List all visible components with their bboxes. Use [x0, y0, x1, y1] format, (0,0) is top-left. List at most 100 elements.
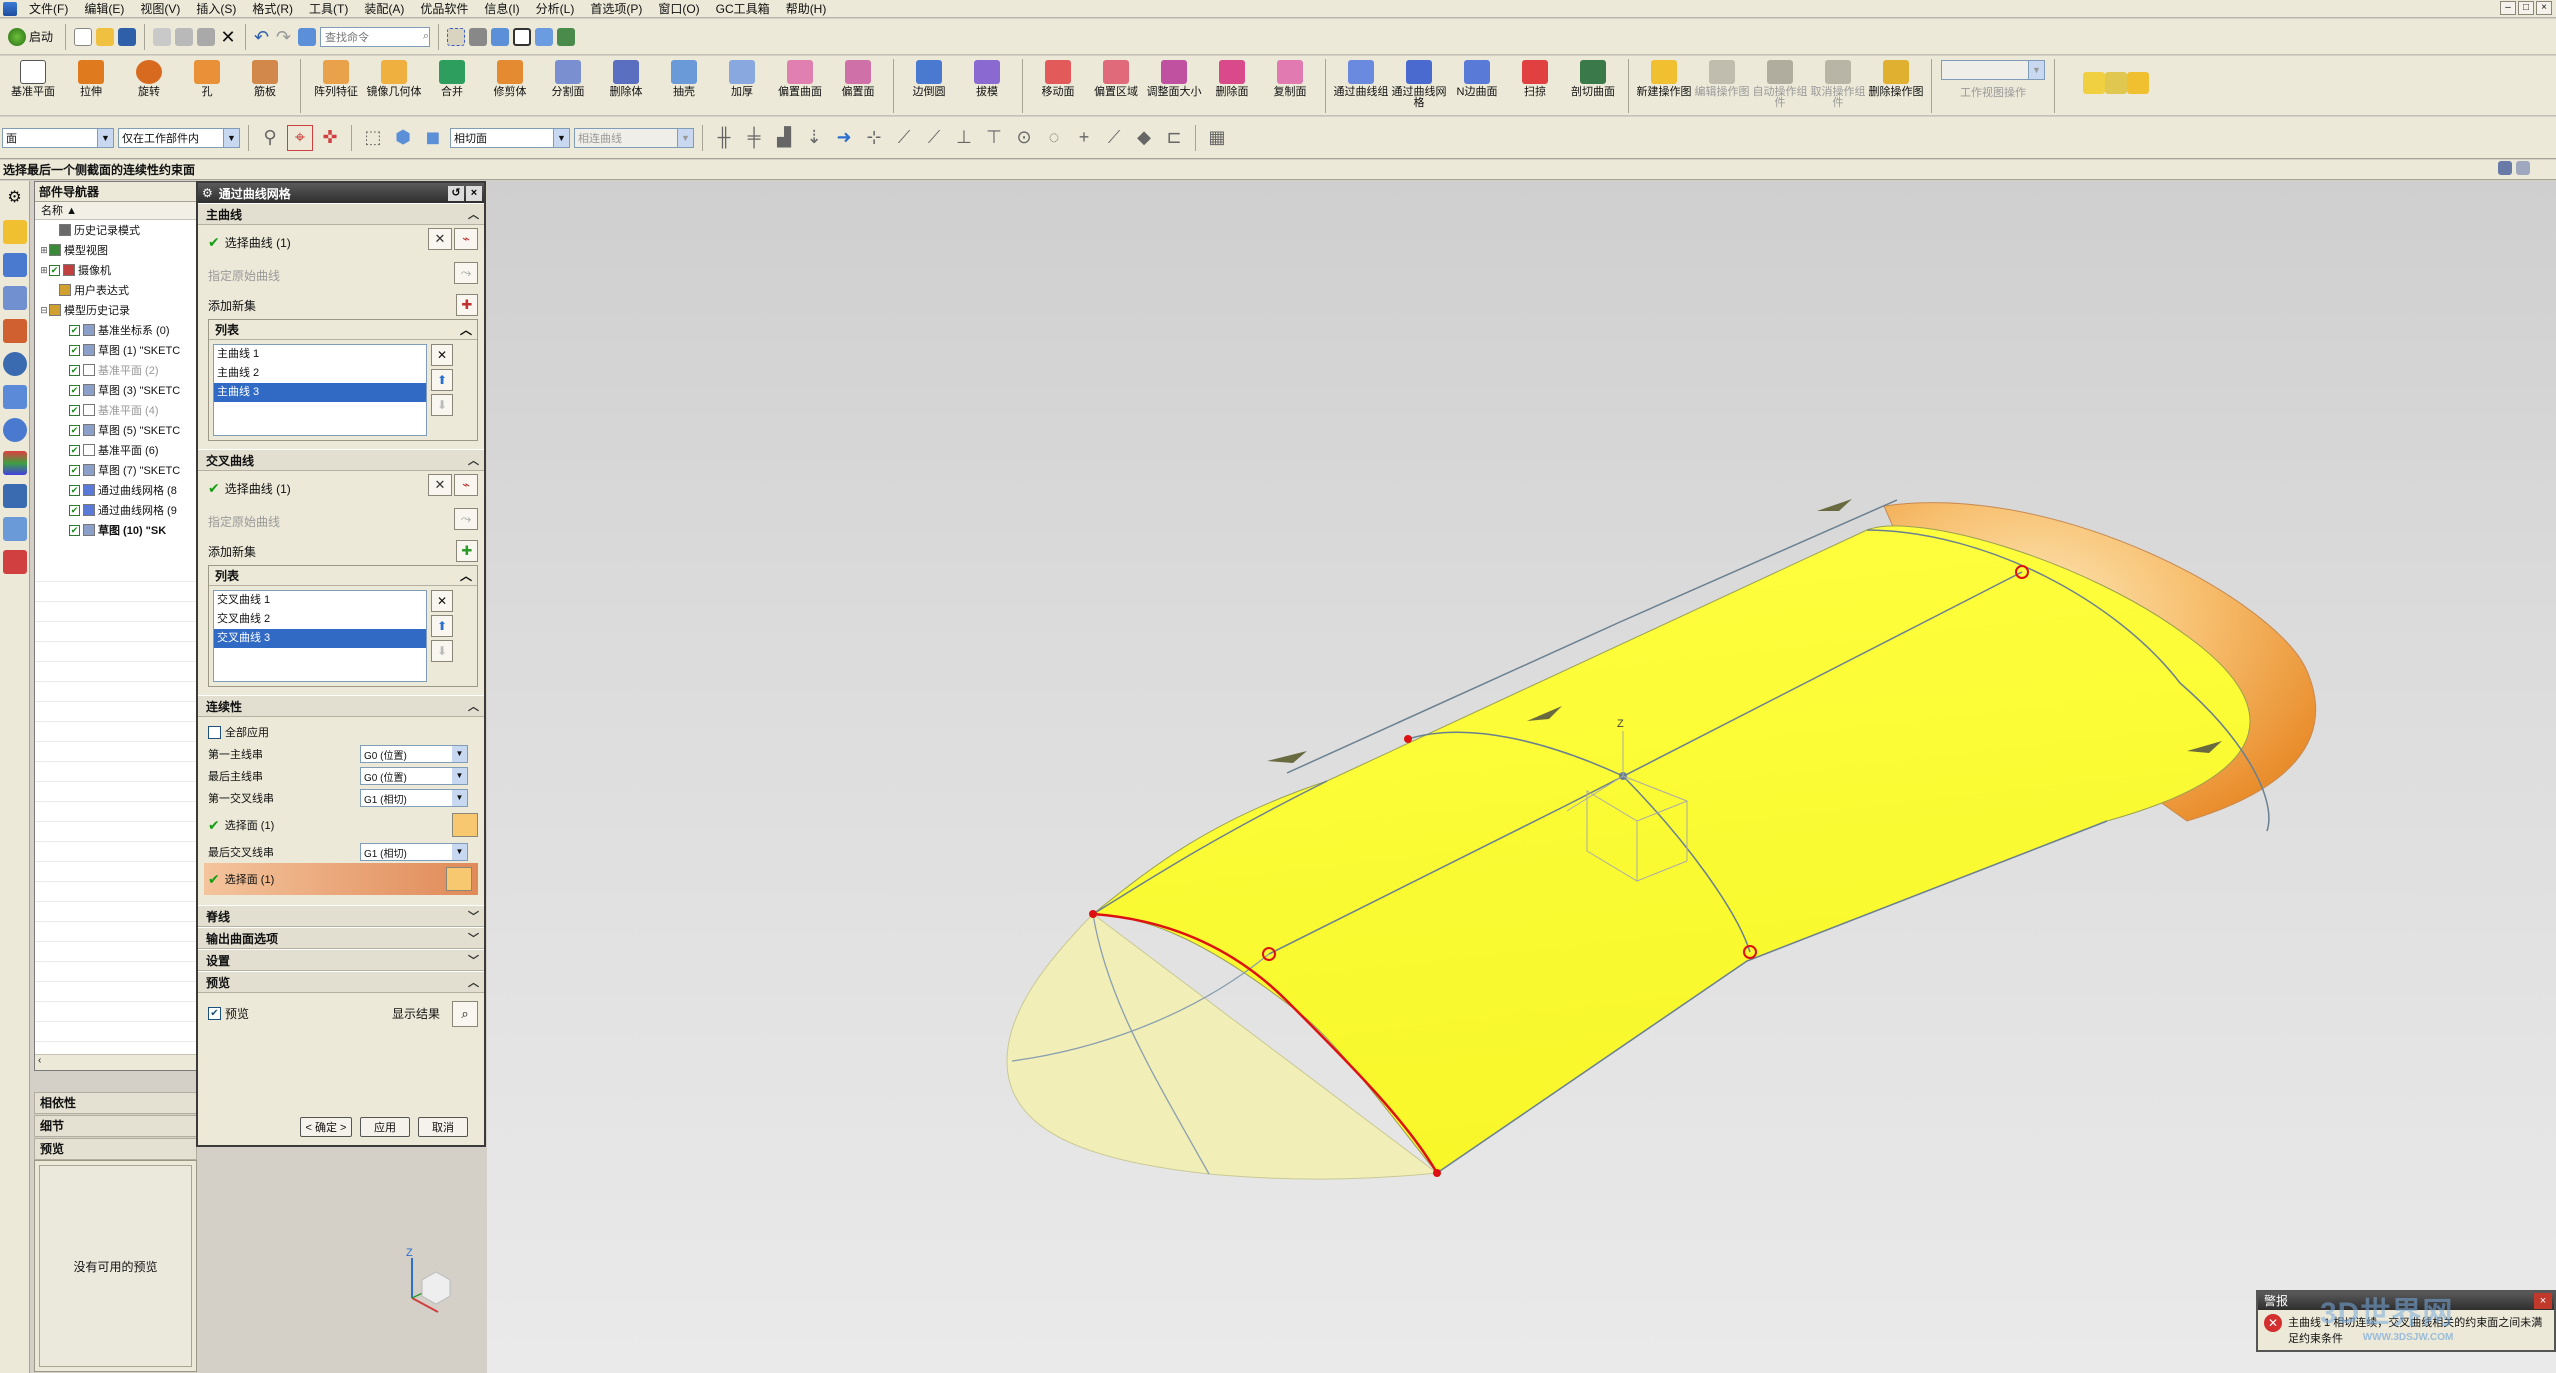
new-file-icon[interactable] — [74, 27, 93, 46]
menu-format[interactable]: 格式(R) — [244, 0, 301, 18]
minimize-icon[interactable]: – — [2500, 1, 2516, 15]
graphics-window[interactable]: Z — [487, 161, 2556, 1373]
thicken-button[interactable]: 加厚 — [713, 56, 771, 114]
command-search-input[interactable]: 查找命令 ⌕ — [320, 26, 431, 47]
process-studio-icon[interactable] — [2, 484, 27, 508]
undo-icon[interactable]: ↶ — [254, 28, 272, 46]
move-up-icon[interactable]: ⬆ — [431, 615, 453, 637]
view-triad[interactable]: Z — [392, 1240, 472, 1320]
close-icon[interactable]: × — [2534, 1293, 2552, 1309]
origin-curve-icon[interactable]: ⤳ — [454, 508, 478, 530]
menu-info[interactable]: 信息(I) — [476, 0, 527, 18]
cancel-button[interactable]: 取消 — [418, 1117, 468, 1137]
primary-list-header[interactable]: 列表 ︿ — [209, 320, 477, 340]
curve-rule-combo[interactable]: 相连曲线 ▼ — [574, 127, 694, 148]
first-primary-select[interactable]: G0 (位置) ▼ — [360, 745, 468, 763]
start-button[interactable]: 启动 — [4, 23, 57, 51]
visibility-checkbox[interactable]: ✔ — [49, 264, 60, 276]
part-navigator-icon[interactable] — [2, 286, 27, 310]
menu-preferences[interactable]: 首选项(P) — [582, 0, 650, 18]
datum-plane-button[interactable]: 基准平面 — [4, 56, 62, 114]
apply-all-row[interactable]: 全部应用 — [198, 721, 484, 743]
tree-row[interactable]: 历史记录模式 — [35, 220, 196, 240]
last-cross-face-row[interactable]: ✔ 选择面 (1) — [204, 863, 478, 895]
intersection-icon[interactable]: ⊤ — [981, 125, 1007, 151]
paste-icon[interactable] — [197, 27, 216, 46]
offset-region-button[interactable]: 偏置区域 — [1087, 56, 1145, 114]
save-icon[interactable] — [118, 27, 137, 46]
redo-icon[interactable]: ↷ — [276, 28, 294, 46]
expand-icon[interactable]: ⊞ — [39, 245, 49, 256]
curve-rule-icon[interactable]: ⌁ — [454, 474, 478, 496]
first-cross-face-row[interactable]: ✔ 选择面 (1) — [198, 809, 484, 841]
tree-row[interactable]: 用户表达式 — [35, 280, 196, 300]
visibility-checkbox[interactable]: ✔ — [69, 344, 80, 356]
cross-add-new-set-row[interactable]: 添加新集 ✚ — [198, 537, 484, 565]
visibility-checkbox[interactable]: ✔ — [69, 504, 80, 516]
work-view-combo[interactable]: ▼ — [1941, 60, 2045, 80]
menu-view[interactable]: 视图(V) — [132, 0, 188, 18]
cut-icon[interactable] — [153, 27, 172, 46]
visibility-checkbox[interactable]: ✔ — [69, 444, 80, 456]
first-cross-select[interactable]: G1 (相切) ▼ — [360, 789, 468, 807]
visibility-checkbox[interactable]: ✔ — [69, 424, 80, 436]
primary-select-curve-row[interactable]: ✔ 选择曲线 (1) ✕ ⌁ — [198, 225, 484, 259]
resize-face-button[interactable]: 调整面大小 — [1145, 56, 1203, 114]
orient-view-icon[interactable] — [491, 27, 510, 46]
primary-curves-list[interactable]: 主曲线 1 主曲线 2 主曲线 3 — [213, 344, 427, 436]
edge-blend-button[interactable]: 边倒圆 — [900, 56, 958, 114]
history-icon[interactable] — [2, 385, 27, 409]
filter-icon[interactable]: ⚲ — [257, 125, 283, 151]
extrude-button[interactable]: 拉伸 — [62, 56, 120, 114]
column-header-name[interactable]: 名称 ▲ — [35, 202, 196, 220]
face-select-icon[interactable] — [446, 867, 472, 891]
snap-view-icon[interactable] — [447, 27, 466, 46]
hole-button[interactable]: 孔 — [178, 56, 236, 114]
menu-insert[interactable]: 插入(S) — [188, 0, 244, 18]
follow-fillet-icon[interactable]: ╪ — [741, 125, 767, 151]
open-folder-icon[interactable] — [96, 27, 115, 46]
list-item[interactable]: 主曲线 1 — [214, 345, 426, 364]
gear-icon[interactable]: ⚙ — [3, 187, 27, 211]
dialog-title-bar[interactable]: ⚙ 通过曲线网格 ↺ × — [198, 183, 484, 203]
apply-button[interactable]: 应用 — [360, 1117, 410, 1137]
list-item[interactable]: 主曲线 3 — [214, 383, 426, 402]
tree-row[interactable]: ✔ 基准坐标系 (0) — [35, 320, 196, 340]
existing-point-icon[interactable]: + — [1071, 125, 1097, 151]
roles-icon[interactable] — [2, 517, 27, 541]
delete-icon[interactable]: ✕ — [219, 28, 237, 46]
type-filter-combo[interactable]: 面 ▼ — [2, 127, 114, 148]
preview-panel-header[interactable]: 预览 — [34, 1138, 197, 1160]
tree-row[interactable]: ⊞ ✔ 摄像机 — [35, 260, 196, 280]
snap-point-off-icon[interactable]: ⊹ — [861, 125, 887, 151]
edit-operation-button[interactable]: 编辑操作图 — [1693, 56, 1751, 114]
divide-face-button[interactable]: 分割面 — [539, 56, 597, 114]
selection-scope-combo[interactable]: 仅在工作部件内 ▼ — [118, 127, 240, 148]
endpoint-icon[interactable]: ⟋ — [891, 125, 917, 151]
arc-center-icon[interactable]: ⊙ — [1011, 125, 1037, 151]
tree-row[interactable]: ⊞ 模型视图 — [35, 240, 196, 260]
apply-all-checkbox[interactable] — [208, 725, 221, 739]
move-down-icon[interactable]: ⬇ — [431, 640, 453, 662]
delete-face-button[interactable]: 删除面 — [1203, 56, 1261, 114]
last-cross-select[interactable]: G1 (相切) ▼ — [360, 843, 468, 861]
grid-icon[interactable]: ▦ — [1204, 125, 1230, 151]
details-panel-header[interactable]: 细节 — [34, 1115, 197, 1137]
tree-row[interactable]: ✔ 基准平面 (6) — [35, 440, 196, 460]
section-surface-button[interactable]: 剖切曲面 — [1564, 56, 1622, 114]
feature-curves-icon[interactable]: ▟ — [771, 125, 797, 151]
close-icon[interactable]: × — [466, 185, 482, 201]
move-down-icon[interactable]: ⬇ — [431, 394, 453, 416]
system-materials-icon[interactable] — [2, 451, 27, 475]
model-viewport[interactable]: Z — [487, 181, 2556, 1373]
last-primary-select[interactable]: G0 (位置) ▼ — [360, 767, 468, 785]
feature-select-icon[interactable]: ⬢ — [390, 125, 416, 151]
select-tool-icon[interactable]: ⌖ — [287, 124, 313, 151]
delete-operation-button[interactable]: 删除操作图 — [1867, 56, 1925, 114]
cancel-operation-button[interactable]: 取消操作组件 — [1809, 56, 1867, 114]
ok-button[interactable]: < 确定 > — [300, 1117, 352, 1137]
move-face-button[interactable]: 移动面 — [1029, 56, 1087, 114]
visibility-checkbox[interactable]: ✔ — [69, 364, 80, 376]
visibility-checkbox[interactable]: ✔ — [69, 324, 80, 336]
midpoint-icon[interactable]: ⟋ — [921, 125, 947, 151]
